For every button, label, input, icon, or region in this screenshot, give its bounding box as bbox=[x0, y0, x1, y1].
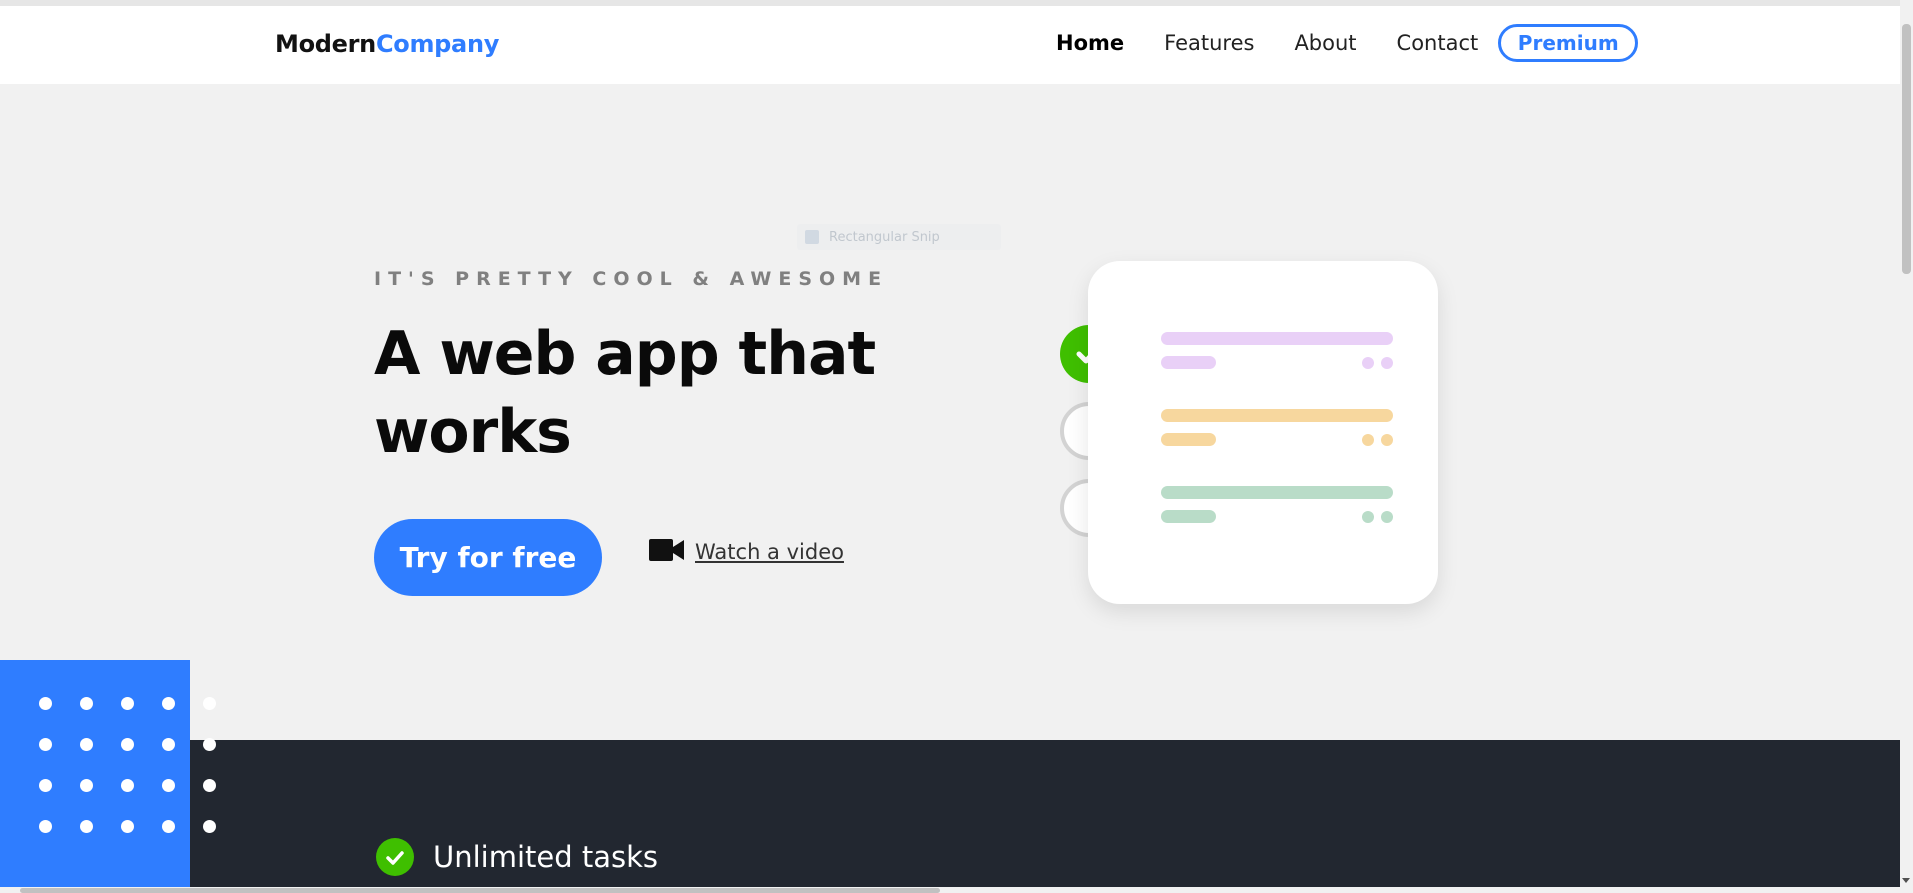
task-line-short bbox=[1161, 433, 1216, 446]
dot bbox=[121, 697, 134, 710]
dot bbox=[162, 697, 175, 710]
brand-part-1: Modern bbox=[275, 30, 376, 58]
dot bbox=[203, 779, 216, 792]
premium-button[interactable]: Premium bbox=[1498, 24, 1639, 62]
features-band bbox=[0, 740, 1900, 893]
task-dot bbox=[1362, 511, 1374, 523]
decorative-blue-block bbox=[0, 660, 190, 893]
snip-icon bbox=[805, 230, 819, 244]
dot bbox=[121, 738, 134, 751]
dot bbox=[203, 738, 216, 751]
dot bbox=[80, 820, 93, 833]
watch-video-link[interactable]: Watch a video bbox=[649, 538, 844, 566]
task-dot bbox=[1381, 511, 1393, 523]
nav-home[interactable]: Home bbox=[1056, 31, 1124, 55]
task-line-long bbox=[1161, 409, 1393, 422]
dot bbox=[121, 820, 134, 833]
dot bbox=[162, 820, 175, 833]
task-line-short bbox=[1161, 356, 1216, 369]
dot bbox=[203, 820, 216, 833]
dot bbox=[80, 779, 93, 792]
brand-part-2: Company bbox=[375, 30, 500, 58]
horizontal-scroll-thumb[interactable] bbox=[20, 888, 940, 893]
task-dot bbox=[1381, 357, 1393, 369]
task-card-illustration bbox=[1088, 261, 1438, 604]
task-dot bbox=[1362, 434, 1374, 446]
dot bbox=[162, 738, 175, 751]
try-for-free-button[interactable]: Try for free bbox=[374, 519, 602, 596]
dot bbox=[162, 779, 175, 792]
hero-title: A web app that works bbox=[374, 319, 876, 467]
dot bbox=[39, 779, 52, 792]
brand-logo[interactable]: ModernCompany bbox=[275, 30, 499, 58]
watch-video-label: Watch a video bbox=[695, 540, 844, 564]
dot bbox=[80, 697, 93, 710]
video-camera-icon bbox=[649, 538, 685, 566]
dot bbox=[121, 779, 134, 792]
feature-check-icon bbox=[376, 838, 414, 876]
nav-about[interactable]: About bbox=[1294, 31, 1356, 55]
task-line-long bbox=[1161, 332, 1393, 345]
dot bbox=[39, 697, 52, 710]
vertical-scroll-thumb[interactable] bbox=[1902, 24, 1911, 274]
nav-contact[interactable]: Contact bbox=[1397, 31, 1479, 55]
task-line-long bbox=[1161, 486, 1393, 499]
scroll-down-arrow-icon[interactable] bbox=[1902, 878, 1910, 883]
main-nav: Home Features About Contact Premium bbox=[1040, 22, 1639, 64]
snip-overlay-label: Rectangular Snip bbox=[797, 224, 1001, 250]
dot bbox=[80, 738, 93, 751]
site-header: ModernCompany Home Features About Contac… bbox=[0, 6, 1900, 84]
task-line-short bbox=[1161, 510, 1216, 523]
task-dot bbox=[1381, 434, 1393, 446]
dot bbox=[39, 738, 52, 751]
dot bbox=[39, 820, 52, 833]
snip-label-text: Rectangular Snip bbox=[829, 229, 940, 245]
hero-overline: IT'S PRETTY COOL & AWESOME bbox=[374, 268, 889, 290]
feature-label: Unlimited tasks bbox=[433, 840, 659, 874]
feature-item: Unlimited tasks bbox=[376, 838, 658, 876]
nav-features[interactable]: Features bbox=[1164, 31, 1254, 55]
dot bbox=[203, 697, 216, 710]
task-dot bbox=[1362, 357, 1374, 369]
